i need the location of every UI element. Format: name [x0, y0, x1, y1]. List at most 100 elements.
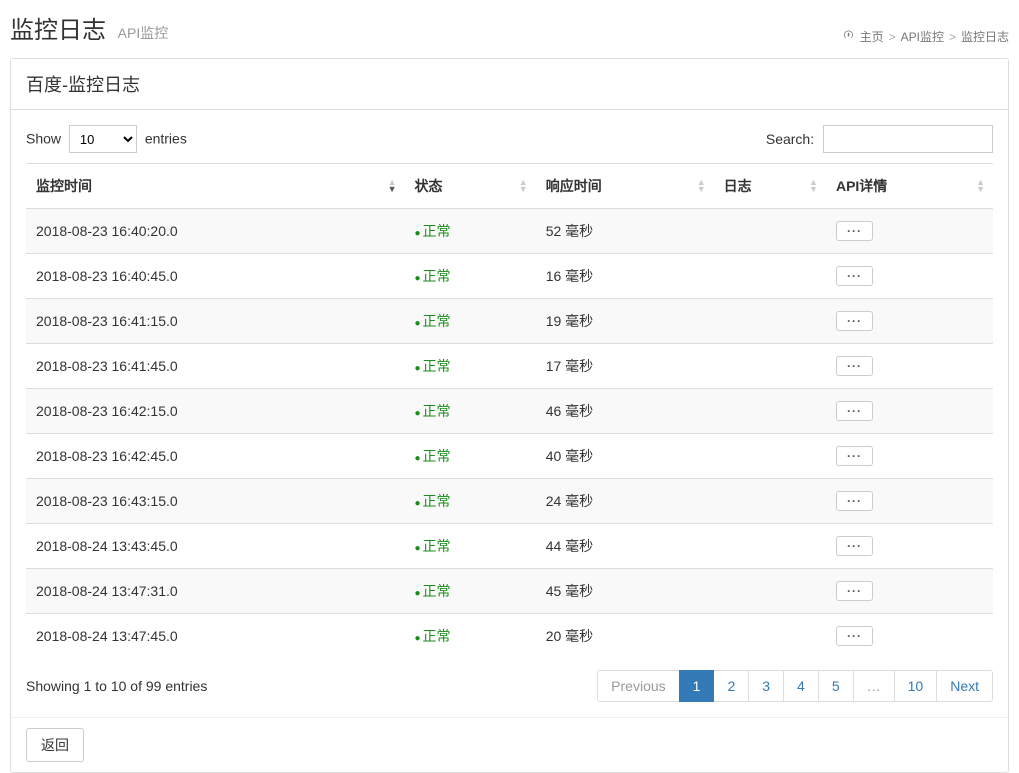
column-header[interactable]: API详情▲▼	[826, 164, 993, 209]
cell-time: 2018-08-24 13:47:45.0	[26, 614, 405, 659]
cell-response-time: 46 毫秒	[536, 389, 714, 434]
cell-response-time: 20 毫秒	[536, 614, 714, 659]
cell-response-time: 19 毫秒	[536, 299, 714, 344]
panel-body: Show 102550100 entries Search: 监控时间▲▼状态▲…	[11, 110, 1008, 717]
cell-time: 2018-08-24 13:47:31.0	[26, 569, 405, 614]
page-title-subtitle: API监控	[118, 25, 169, 41]
column-header[interactable]: 监控时间▲▼	[26, 164, 405, 209]
cell-status: ●正常	[405, 389, 536, 434]
breadcrumb: 主页 > API监控 > 监控日志	[842, 28, 1009, 45]
cell-time: 2018-08-23 16:40:45.0	[26, 254, 405, 299]
cell-log	[714, 344, 826, 389]
status-dot-icon: ●	[415, 633, 421, 644]
cell-status: ●正常	[405, 254, 536, 299]
cell-response-time: 24 毫秒	[536, 479, 714, 524]
page-title-main: 监控日志	[10, 17, 106, 44]
cell-api-detail: ···	[826, 434, 993, 479]
breadcrumb-mid[interactable]: API监控	[901, 28, 944, 45]
table-row: 2018-08-23 16:42:15.0●正常46 毫秒 ···	[26, 389, 993, 434]
detail-button[interactable]: ···	[836, 626, 873, 646]
cell-response-time: 40 毫秒	[536, 434, 714, 479]
column-header-label: 日志	[724, 178, 752, 194]
breadcrumb-separator: >	[949, 30, 956, 44]
column-header[interactable]: 日志▲▼	[714, 164, 826, 209]
cell-status: ●正常	[405, 344, 536, 389]
cell-api-detail: ···	[826, 344, 993, 389]
search-input[interactable]	[823, 125, 993, 153]
status-dot-icon: ●	[415, 543, 421, 554]
detail-button[interactable]: ···	[836, 491, 873, 511]
pagination-page[interactable]: 5	[818, 670, 854, 702]
detail-button[interactable]: ···	[836, 446, 873, 466]
pagination-page[interactable]: 3	[748, 670, 784, 702]
detail-button[interactable]: ···	[836, 356, 873, 376]
breadcrumb-home[interactable]: 主页	[860, 28, 884, 45]
cell-log	[714, 299, 826, 344]
pagination: Previous12345…10Next	[598, 670, 993, 702]
cell-api-detail: ···	[826, 389, 993, 434]
column-header[interactable]: 响应时间▲▼	[536, 164, 714, 209]
panel-footer: 返回	[11, 717, 1008, 772]
search-control: Search:	[766, 125, 993, 153]
status-dot-icon: ●	[415, 453, 421, 464]
cell-response-time: 45 毫秒	[536, 569, 714, 614]
table-row: 2018-08-24 13:43:45.0●正常44 毫秒···	[26, 524, 993, 569]
cell-status: ●正常	[405, 434, 536, 479]
column-header-label: 监控时间	[36, 178, 92, 194]
page-header: 监控日志 API监控 主页 > API监控 > 监控日志	[10, 0, 1009, 50]
cell-api-detail: ···	[826, 614, 993, 659]
cell-status: ●正常	[405, 614, 536, 659]
pagination-previous[interactable]: Previous	[597, 670, 679, 702]
sort-icon: ▲▼	[976, 179, 985, 193]
cell-response-time: 52 毫秒	[536, 209, 714, 254]
pagination-page[interactable]: 2	[713, 670, 749, 702]
main-panel: 百度-监控日志 Show 102550100 entries Search: 监…	[10, 58, 1009, 773]
detail-button[interactable]: ···	[836, 311, 873, 331]
cell-status: ●正常	[405, 209, 536, 254]
cell-time: 2018-08-23 16:41:45.0	[26, 344, 405, 389]
column-header[interactable]: 状态▲▼	[405, 164, 536, 209]
pagination-next[interactable]: Next	[936, 670, 993, 702]
breadcrumb-separator: >	[889, 30, 896, 44]
status-dot-icon: ●	[415, 318, 421, 329]
cell-api-detail: ···	[826, 479, 993, 524]
cell-time: 2018-08-23 16:43:15.0	[26, 479, 405, 524]
table-row: 2018-08-23 16:42:45.0●正常40 毫秒 ···	[26, 434, 993, 479]
dashboard-icon	[842, 29, 855, 44]
table-row: 2018-08-23 16:40:20.0●正常52 毫秒···	[26, 209, 993, 254]
detail-button[interactable]: ···	[836, 581, 873, 601]
table-row: 2018-08-23 16:41:45.0●正常17 毫秒···	[26, 344, 993, 389]
pagination-page[interactable]: 10	[894, 670, 938, 702]
table-row: 2018-08-23 16:41:15.0●正常19 毫秒···	[26, 299, 993, 344]
pagination-page[interactable]: 1	[679, 670, 715, 702]
panel-heading: 百度-监控日志	[11, 59, 1008, 110]
cell-log	[714, 614, 826, 659]
detail-button[interactable]: ···	[836, 266, 873, 286]
datatable-bottom: Showing 1 to 10 of 99 entries Previous12…	[26, 670, 993, 702]
datatable-top: Show 102550100 entries Search:	[26, 125, 993, 153]
cell-log	[714, 479, 826, 524]
breadcrumb-current: 监控日志	[961, 28, 1009, 45]
pagination-page[interactable]: 4	[783, 670, 819, 702]
cell-log	[714, 524, 826, 569]
length-show-label: Show	[26, 131, 61, 147]
back-button[interactable]: 返回	[26, 728, 84, 762]
detail-button[interactable]: ···	[836, 536, 873, 556]
status-dot-icon: ●	[415, 228, 421, 239]
detail-button[interactable]: ···	[836, 401, 873, 421]
length-select[interactable]: 102550100	[69, 125, 137, 153]
cell-status: ●正常	[405, 524, 536, 569]
detail-button[interactable]: ···	[836, 221, 873, 241]
cell-api-detail: ···	[826, 524, 993, 569]
cell-response-time: 44 毫秒	[536, 524, 714, 569]
status-dot-icon: ●	[415, 273, 421, 284]
status-dot-icon: ●	[415, 498, 421, 509]
table-row: 2018-08-23 16:43:15.0●正常24 毫秒···	[26, 479, 993, 524]
cell-response-time: 16 毫秒	[536, 254, 714, 299]
cell-log	[714, 569, 826, 614]
table-row: 2018-08-23 16:40:45.0●正常16 毫秒 ···	[26, 254, 993, 299]
cell-time: 2018-08-23 16:42:15.0	[26, 389, 405, 434]
cell-log	[714, 254, 826, 299]
cell-time: 2018-08-23 16:42:45.0	[26, 434, 405, 479]
length-entries-label: entries	[145, 131, 187, 147]
